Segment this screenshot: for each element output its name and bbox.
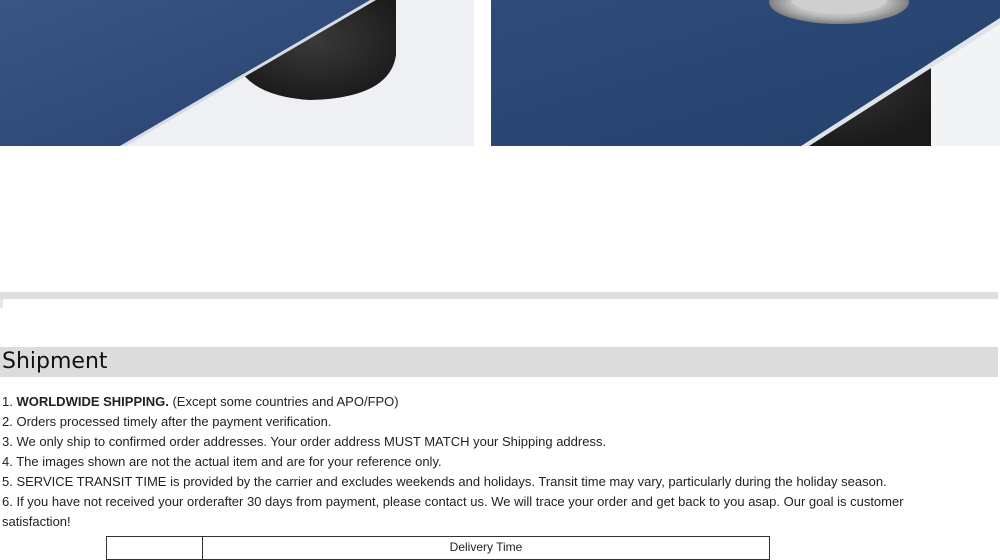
item-text: The images shown are not the actual item…: [12, 454, 442, 469]
policy-item: 3. We only ship to confirmed order addre…: [2, 432, 962, 452]
item-text: If you have not received your orderafter…: [2, 494, 904, 529]
item-number: 3.: [2, 434, 13, 449]
table-row: Delivery Time: [106, 536, 770, 560]
item-number: 6.: [2, 494, 13, 509]
item-text: We only ship to confirmed order addresse…: [12, 434, 607, 449]
policy-item: 4. The images shown are not the actual i…: [2, 452, 962, 472]
product-photo-icon: [491, 0, 1000, 146]
section-divider: [0, 292, 998, 299]
shipment-policy-list: 1. WORLDWIDE SHIPPING. (Except some coun…: [2, 392, 962, 532]
shipment-section-header: Shipment: [0, 347, 998, 377]
policy-item: 1. WORLDWIDE SHIPPING. (Except some coun…: [2, 392, 962, 412]
section-title: Shipment: [2, 349, 108, 374]
divider-accent: [0, 299, 3, 308]
policy-item: 5. SERVICE TRANSIT TIME is provided by t…: [2, 472, 962, 492]
item-text: (Except some countries and APO/FPO): [168, 394, 399, 409]
product-photo-left: [0, 0, 474, 146]
policy-item: 2. Orders processed timely after the pay…: [2, 412, 962, 432]
item-text: SERVICE TRANSIT TIME is provided by the …: [12, 474, 887, 489]
policy-item: 6. If you have not received your orderaf…: [2, 492, 962, 532]
table-header-delivery-time: Delivery Time: [202, 536, 770, 560]
product-photo-icon: [0, 0, 474, 146]
product-photo-right: [491, 0, 1000, 146]
item-number: 5.: [2, 474, 13, 489]
item-text: Orders processed timely after the paymen…: [12, 414, 332, 429]
item-number: 1.: [2, 394, 13, 409]
item-number: 4.: [2, 454, 13, 469]
item-number: 2.: [2, 414, 13, 429]
item-bold-text: WORLDWIDE SHIPPING.: [16, 394, 169, 409]
delivery-time-table: Delivery Time: [106, 536, 770, 560]
table-cell-empty: [106, 536, 203, 560]
